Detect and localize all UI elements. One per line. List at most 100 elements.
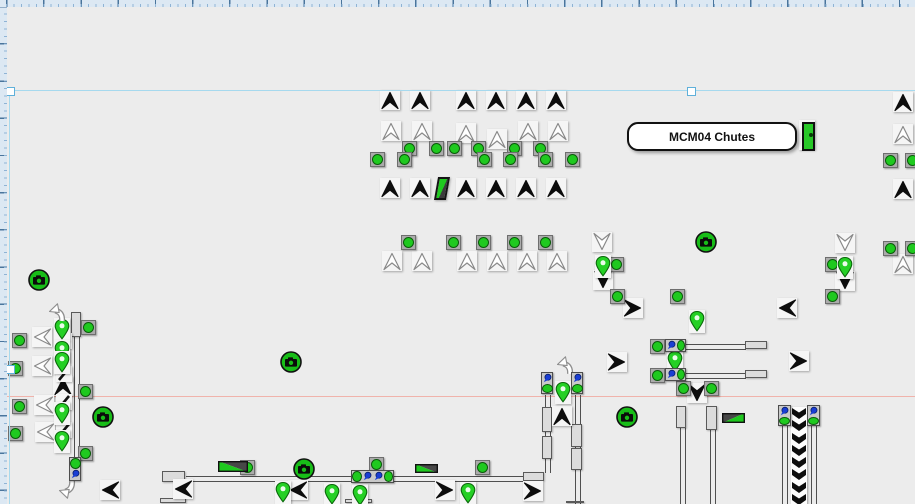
black-chevron-up-icon	[552, 406, 572, 426]
status-dot-lamp	[672, 291, 683, 302]
status-dot[interactable]	[565, 152, 580, 167]
black-chevron-left-icon	[288, 480, 308, 500]
location-pin-icon[interactable]	[54, 351, 70, 374]
status-dot-lamp	[352, 471, 362, 482]
status-dot-lamp	[384, 471, 394, 482]
black-chevron-up-icon	[410, 90, 430, 110]
status-dot[interactable]	[610, 289, 625, 304]
status-dot[interactable]	[429, 141, 444, 156]
location-pin-icon[interactable]	[275, 481, 291, 504]
conveyor-segment	[745, 370, 767, 378]
status-dot[interactable]	[883, 153, 898, 168]
ruler-minor-ticks	[6, 4, 915, 7]
status-dot[interactable]	[704, 381, 719, 396]
chute-group-label[interactable]: MCM04 Chutes	[627, 122, 797, 151]
white-chevron-left-icon	[35, 422, 55, 442]
camera-icon[interactable]	[616, 406, 638, 428]
location-pin-icon[interactable]	[595, 255, 611, 278]
black-chevron-right-icon	[435, 480, 455, 500]
status-dot[interactable]	[12, 333, 27, 348]
status-dot-lamp	[477, 462, 488, 473]
status-dot[interactable]	[12, 399, 27, 414]
status-dot[interactable]	[650, 339, 665, 354]
status-dot[interactable]	[370, 152, 385, 167]
status-dot[interactable]	[650, 368, 665, 383]
camera-icon[interactable]	[695, 231, 717, 253]
black-chevron-up-icon	[893, 179, 913, 199]
location-pin-icon[interactable]	[460, 482, 476, 504]
black-chevron-down-icon	[792, 433, 806, 444]
device-panel[interactable]	[807, 405, 820, 426]
camera-icon[interactable]	[280, 351, 302, 373]
status-dot[interactable]	[883, 241, 898, 256]
conveyor-segment	[571, 448, 582, 470]
black-chevron-up-icon	[456, 178, 476, 198]
location-pin-icon[interactable]	[837, 256, 853, 279]
black-chevron-down-icon	[792, 420, 806, 431]
status-dot[interactable]	[446, 235, 461, 250]
camera-icon[interactable]	[293, 458, 315, 480]
device-panel[interactable]	[665, 339, 686, 352]
status-dot[interactable]	[538, 235, 553, 250]
conveyor-line	[686, 344, 746, 350]
black-chevron-up-icon	[380, 178, 400, 198]
selection-handle[interactable]	[687, 87, 696, 96]
location-pin-icon[interactable]	[54, 430, 70, 453]
black-chevron-right-icon	[789, 351, 809, 371]
status-dot[interactable]	[476, 235, 491, 250]
black-chevron-up-icon	[456, 90, 476, 110]
white-chevron-up-icon	[382, 251, 402, 271]
status-dot[interactable]	[609, 257, 624, 272]
location-pin-icon[interactable]	[555, 381, 571, 404]
black-chevron-down-icon	[792, 457, 806, 468]
device-panel[interactable]	[69, 457, 81, 481]
device-panel[interactable]	[571, 372, 583, 394]
location-pin-icon[interactable]	[689, 310, 705, 333]
status-dot-lamp	[827, 291, 838, 302]
status-dot-lamp	[479, 154, 490, 165]
status-dot[interactable]	[676, 381, 691, 396]
device-panel[interactable]	[541, 372, 553, 394]
status-dot[interactable]	[81, 320, 96, 335]
status-dot-lamp	[779, 417, 790, 425]
selection-edge	[9, 90, 915, 91]
status-dot[interactable]	[507, 235, 522, 250]
location-pin-icon[interactable]	[54, 402, 70, 425]
conveyor-segment	[676, 406, 686, 428]
status-dot[interactable]	[401, 235, 416, 250]
device-panel[interactable]	[351, 470, 394, 483]
location-pin-icon[interactable]	[324, 483, 340, 504]
status-dot[interactable]	[825, 289, 840, 304]
status-dot[interactable]	[78, 384, 93, 399]
camera-icon[interactable]	[92, 406, 114, 428]
status-dot-lamp	[372, 154, 383, 165]
status-dot-lamp	[505, 154, 516, 165]
status-dot-lamp	[612, 291, 623, 302]
white-chevron-up-icon	[487, 251, 507, 271]
location-pin-icon[interactable]	[352, 484, 368, 504]
status-dot[interactable]	[905, 241, 915, 256]
white-chevron-up-icon	[517, 251, 537, 271]
device-panel[interactable]	[778, 405, 791, 426]
status-dot[interactable]	[670, 289, 685, 304]
camera-icon[interactable]	[28, 269, 50, 291]
valve-indicator[interactable]	[799, 120, 815, 150]
status-dot[interactable]	[475, 460, 490, 475]
status-dot-lamp	[80, 448, 91, 459]
scada-canvas[interactable]: MCM04 Chutes	[0, 0, 915, 504]
status-dot[interactable]	[905, 153, 915, 168]
black-chevron-left-icon	[173, 479, 193, 499]
status-dot[interactable]	[397, 152, 412, 167]
black-chevron-right-icon	[523, 481, 543, 501]
blue-indicator-icon	[373, 471, 384, 482]
device-panel[interactable]	[665, 368, 686, 381]
status-dot[interactable]	[477, 152, 492, 167]
black-chevron-up-icon	[486, 178, 506, 198]
status-dot[interactable]	[503, 152, 518, 167]
gate-indicator[interactable]	[434, 177, 450, 200]
white-chevron-up-icon	[547, 251, 567, 271]
status-dot[interactable]	[538, 152, 553, 167]
black-chevron-down-icon	[792, 482, 806, 493]
status-dot[interactable]	[447, 141, 462, 156]
status-dot-lamp	[808, 417, 819, 425]
